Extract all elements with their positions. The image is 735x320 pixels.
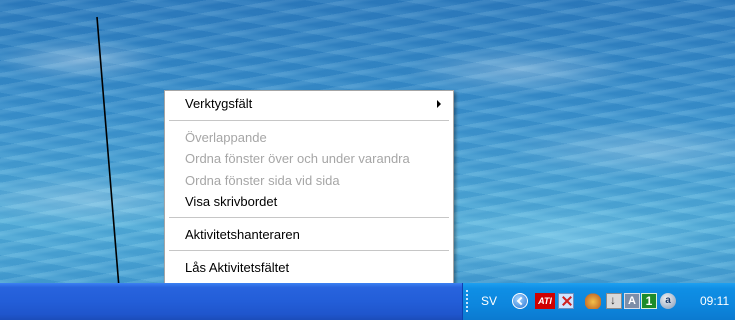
menu-separator [169,217,449,218]
menu-item-cascade: Överlappande [185,130,267,145]
menu-item-lock-taskbar[interactable]: Lås Aktivitetsfältet [165,257,453,278]
menu-item-tile-horizontal: Ordna fönster över och under varandra [185,151,410,166]
menu-item-tile-vertical: Ordna fönster sida vid sida [185,173,340,188]
a-box-icon[interactable]: A [624,293,640,309]
taskbar-context-menu: Verktygsfält Överlappande Ordna fönster … [164,90,454,298]
menu-separator [169,120,449,121]
ati-icon[interactable]: ATI [535,293,555,309]
menu-item-task-manager[interactable]: Aktivitetshanteraren [165,224,453,245]
circle-a-icon[interactable]: a [660,293,676,309]
network-disconnected-icon[interactable] [558,293,574,309]
clock[interactable]: 09:11 [700,293,729,309]
download-icon[interactable] [606,293,622,309]
tray-grip[interactable] [466,290,468,312]
menu-separator [169,250,449,251]
language-indicator[interactable]: SV [481,293,497,309]
certificate-icon[interactable] [585,293,601,309]
one-icon[interactable]: 1 [641,293,657,309]
menu-item-toolbars[interactable]: Verktygsfält [165,93,453,114]
menu-item-show-desktop[interactable]: Visa skrivbordet [165,191,453,212]
show-hidden-icons-chevron-icon[interactable] [512,293,528,309]
submenu-arrow-icon [437,100,441,108]
